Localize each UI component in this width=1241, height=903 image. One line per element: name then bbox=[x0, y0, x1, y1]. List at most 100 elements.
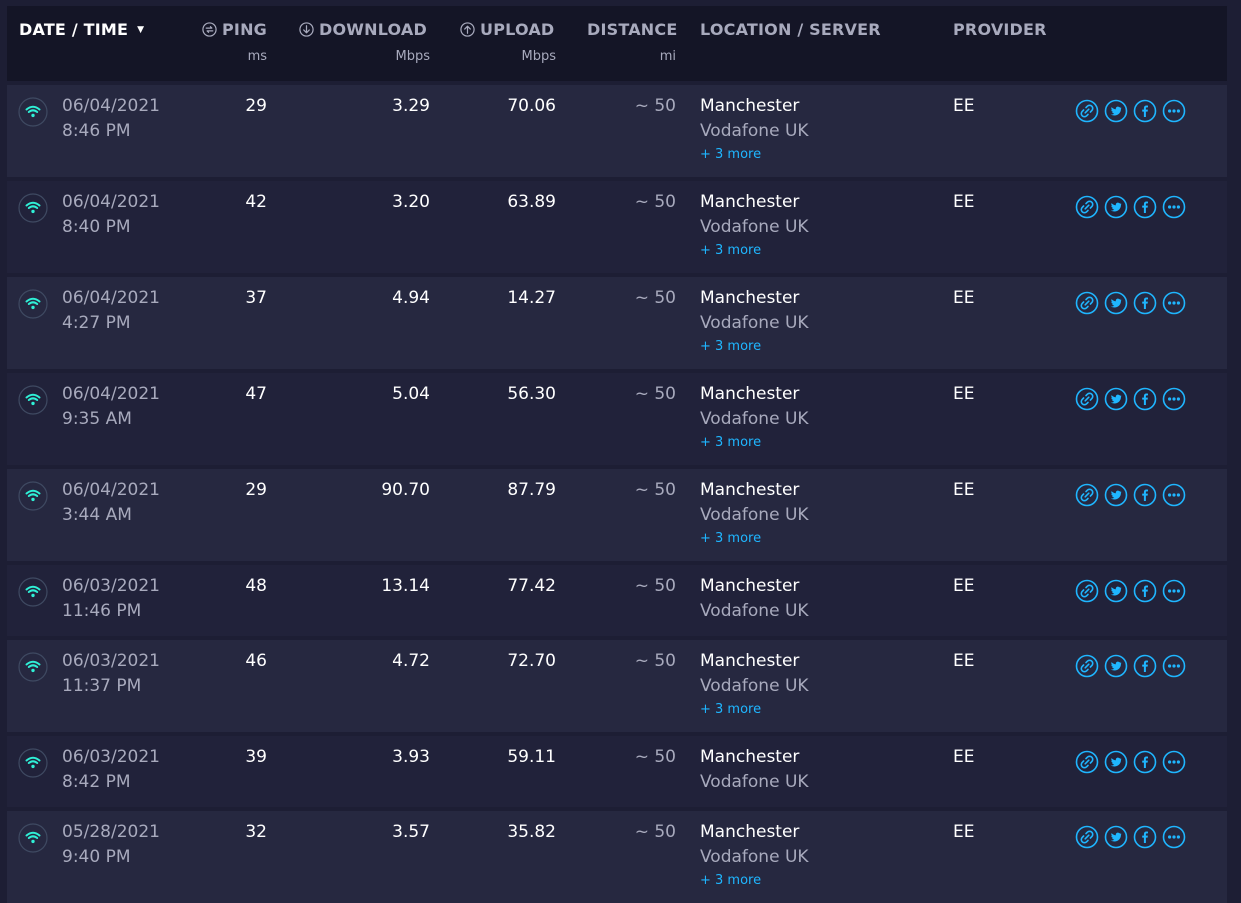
column-distance[interactable]: DISTANCE mi bbox=[587, 6, 677, 81]
location-city: Manchester bbox=[700, 288, 800, 308]
ping-value: 32 bbox=[245, 822, 267, 842]
more-servers-link[interactable]: + 3 more bbox=[700, 528, 809, 550]
upload-header[interactable]: UPLOAD bbox=[460, 20, 554, 39]
location-header[interactable]: LOCATION / SERVER bbox=[700, 20, 881, 39]
download-icon bbox=[299, 22, 314, 37]
facebook-icon[interactable] bbox=[1133, 483, 1157, 507]
twitter-icon[interactable] bbox=[1104, 750, 1128, 774]
date-time[interactable]: 06/04/2021 9:35 AM bbox=[62, 382, 160, 432]
distance-header[interactable]: DISTANCE bbox=[587, 20, 677, 39]
more-icon[interactable] bbox=[1162, 195, 1186, 219]
twitter-icon[interactable] bbox=[1104, 291, 1128, 315]
twitter-icon[interactable] bbox=[1104, 825, 1128, 849]
distance-value: ~ 50 bbox=[634, 822, 676, 842]
more-icon[interactable] bbox=[1162, 750, 1186, 774]
server-name: Vodafone UK bbox=[700, 217, 809, 237]
link-icon[interactable] bbox=[1075, 99, 1099, 123]
more-icon[interactable] bbox=[1162, 99, 1186, 123]
date-time[interactable]: 06/03/2021 11:37 PM bbox=[62, 649, 160, 699]
location-server: Manchester Vodafone UK + 3 more bbox=[700, 382, 809, 454]
location-server: Manchester Vodafone UK + 3 more bbox=[700, 478, 809, 550]
twitter-icon[interactable] bbox=[1104, 483, 1128, 507]
server-name: Vodafone UK bbox=[700, 121, 809, 141]
facebook-icon[interactable] bbox=[1133, 825, 1157, 849]
result-row[interactable]: 06/04/2021 8:40 PM 42 3.20 63.89 ~ 50 Ma… bbox=[7, 177, 1227, 273]
more-icon[interactable] bbox=[1162, 387, 1186, 411]
column-date[interactable]: DATE / TIME ▼ bbox=[19, 6, 189, 81]
server-name: Vodafone UK bbox=[700, 505, 809, 525]
date-header[interactable]: DATE / TIME ▼ bbox=[19, 20, 144, 39]
more-servers-link[interactable]: + 3 more bbox=[700, 144, 809, 166]
more-icon[interactable] bbox=[1162, 579, 1186, 603]
distance-unit: mi bbox=[659, 49, 676, 64]
wifi-icon bbox=[18, 748, 48, 778]
location-city: Manchester bbox=[700, 747, 800, 767]
more-icon[interactable] bbox=[1162, 483, 1186, 507]
more-servers-link[interactable]: + 3 more bbox=[700, 699, 809, 721]
link-icon[interactable] bbox=[1075, 825, 1099, 849]
column-ping[interactable]: PING ms bbox=[202, 6, 272, 81]
date-time[interactable]: 06/03/2021 11:46 PM bbox=[62, 574, 160, 624]
twitter-icon[interactable] bbox=[1104, 579, 1128, 603]
location-city: Manchester bbox=[700, 96, 800, 116]
result-row[interactable]: 06/03/2021 11:46 PM 48 13.14 77.42 ~ 50 … bbox=[7, 561, 1227, 636]
twitter-icon[interactable] bbox=[1104, 387, 1128, 411]
provider-value: EE bbox=[953, 96, 975, 116]
wifi-icon bbox=[18, 97, 48, 127]
date-time[interactable]: 05/28/2021 9:40 PM bbox=[62, 820, 160, 870]
link-icon[interactable] bbox=[1075, 387, 1099, 411]
date-time[interactable]: 06/03/2021 8:42 PM bbox=[62, 745, 160, 795]
download-header-label: DOWNLOAD bbox=[319, 20, 427, 39]
twitter-icon[interactable] bbox=[1104, 654, 1128, 678]
facebook-icon[interactable] bbox=[1133, 291, 1157, 315]
provider-value: EE bbox=[953, 480, 975, 500]
more-servers-link[interactable]: + 3 more bbox=[700, 432, 809, 454]
facebook-icon[interactable] bbox=[1133, 387, 1157, 411]
date-time[interactable]: 06/04/2021 8:40 PM bbox=[62, 190, 160, 240]
more-servers-link[interactable]: + 3 more bbox=[700, 870, 809, 892]
facebook-icon[interactable] bbox=[1133, 579, 1157, 603]
result-row[interactable]: 06/03/2021 8:42 PM 39 3.93 59.11 ~ 50 Ma… bbox=[7, 732, 1227, 807]
more-icon[interactable] bbox=[1162, 825, 1186, 849]
link-icon[interactable] bbox=[1075, 483, 1099, 507]
column-provider[interactable]: PROVIDER bbox=[953, 6, 1063, 81]
wifi-icon bbox=[18, 193, 48, 223]
date-time[interactable]: 06/04/2021 8:46 PM bbox=[62, 94, 160, 144]
link-icon[interactable] bbox=[1075, 750, 1099, 774]
more-servers-link[interactable]: + 3 more bbox=[700, 336, 809, 358]
result-date: 06/03/2021 bbox=[62, 747, 160, 767]
more-icon[interactable] bbox=[1162, 291, 1186, 315]
result-row[interactable]: 06/03/2021 11:37 PM 46 4.72 72.70 ~ 50 M… bbox=[7, 636, 1227, 732]
twitter-icon[interactable] bbox=[1104, 195, 1128, 219]
ping-header[interactable]: PING bbox=[202, 20, 267, 39]
result-row[interactable]: 06/04/2021 9:35 AM 47 5.04 56.30 ~ 50 Ma… bbox=[7, 369, 1227, 465]
result-row[interactable]: 06/04/2021 4:27 PM 37 4.94 14.27 ~ 50 Ma… bbox=[7, 273, 1227, 369]
ping-value: 29 bbox=[245, 480, 267, 500]
link-icon[interactable] bbox=[1075, 291, 1099, 315]
result-row[interactable]: 06/04/2021 8:46 PM 29 3.29 70.06 ~ 50 Ma… bbox=[7, 81, 1227, 177]
date-time[interactable]: 06/04/2021 4:27 PM bbox=[62, 286, 160, 336]
twitter-icon[interactable] bbox=[1104, 99, 1128, 123]
provider-header[interactable]: PROVIDER bbox=[953, 20, 1047, 39]
facebook-icon[interactable] bbox=[1133, 99, 1157, 123]
facebook-icon[interactable] bbox=[1133, 750, 1157, 774]
more-icon[interactable] bbox=[1162, 654, 1186, 678]
facebook-icon[interactable] bbox=[1133, 195, 1157, 219]
column-download[interactable]: DOWNLOAD Mbps bbox=[299, 6, 430, 81]
date-time[interactable]: 06/04/2021 3:44 AM bbox=[62, 478, 160, 528]
location-city: Manchester bbox=[700, 480, 800, 500]
result-row[interactable]: 06/04/2021 3:44 AM 29 90.70 87.79 ~ 50 M… bbox=[7, 465, 1227, 561]
link-icon[interactable] bbox=[1075, 579, 1099, 603]
column-upload[interactable]: UPLOAD Mbps bbox=[460, 6, 556, 81]
distance-value: ~ 50 bbox=[634, 747, 676, 767]
location-city: Manchester bbox=[700, 651, 800, 671]
upload-icon bbox=[460, 22, 475, 37]
upload-value: 77.42 bbox=[507, 576, 556, 596]
link-icon[interactable] bbox=[1075, 654, 1099, 678]
column-location[interactable]: LOCATION / SERVER bbox=[700, 6, 920, 81]
facebook-icon[interactable] bbox=[1133, 654, 1157, 678]
download-header[interactable]: DOWNLOAD bbox=[299, 20, 427, 39]
result-row[interactable]: 05/28/2021 9:40 PM 32 3.57 35.82 ~ 50 Ma… bbox=[7, 807, 1227, 903]
more-servers-link[interactable]: + 3 more bbox=[700, 240, 809, 262]
link-icon[interactable] bbox=[1075, 195, 1099, 219]
